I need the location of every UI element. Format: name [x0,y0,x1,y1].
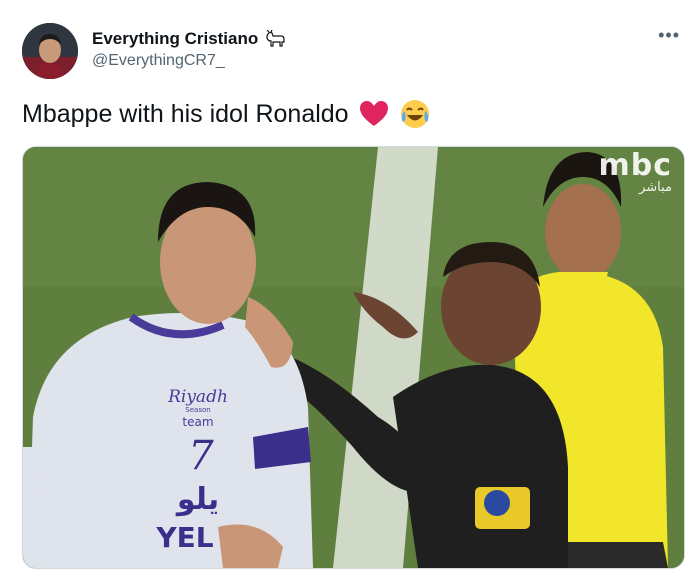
author-name-text: Everything Cristiano [92,29,259,48]
shirt-yelo: YEL [155,521,213,554]
crying-laughing-icon [400,100,429,128]
watermark-live-label: مباشر [639,180,672,195]
red-heart-icon [359,101,388,126]
tweet-text: Mbappe with his idol Ronaldo [22,98,431,130]
shirt-yelo-arabic: يلو [175,482,219,517]
author-handle[interactable]: @EverythingCR7_ [92,52,225,70]
author-name[interactable]: Everything Cristiano [92,29,286,49]
shirt-sponsor-top: Riyadh [167,387,228,407]
goat-icon [266,30,285,47]
shirt-number: 7 [188,433,214,479]
shirt-sponsor-sub: Season [185,406,210,414]
watermark-logo: mbc [598,148,672,183]
author-avatar[interactable] [22,23,78,79]
tweet-media-photo[interactable]: Riyadh Season team 7 يلو YEL mbc مباشر [22,146,685,569]
avatar-image [22,23,78,79]
broadcaster-watermark: mbc مباشر [598,151,672,195]
match-photo: Riyadh Season team 7 يلو YEL [23,147,684,568]
tweet-text-content: Mbappe with his idol Ronaldo [22,99,349,128]
shirt-team-label: team [182,415,213,429]
more-options-icon[interactable]: ••• [658,26,680,44]
